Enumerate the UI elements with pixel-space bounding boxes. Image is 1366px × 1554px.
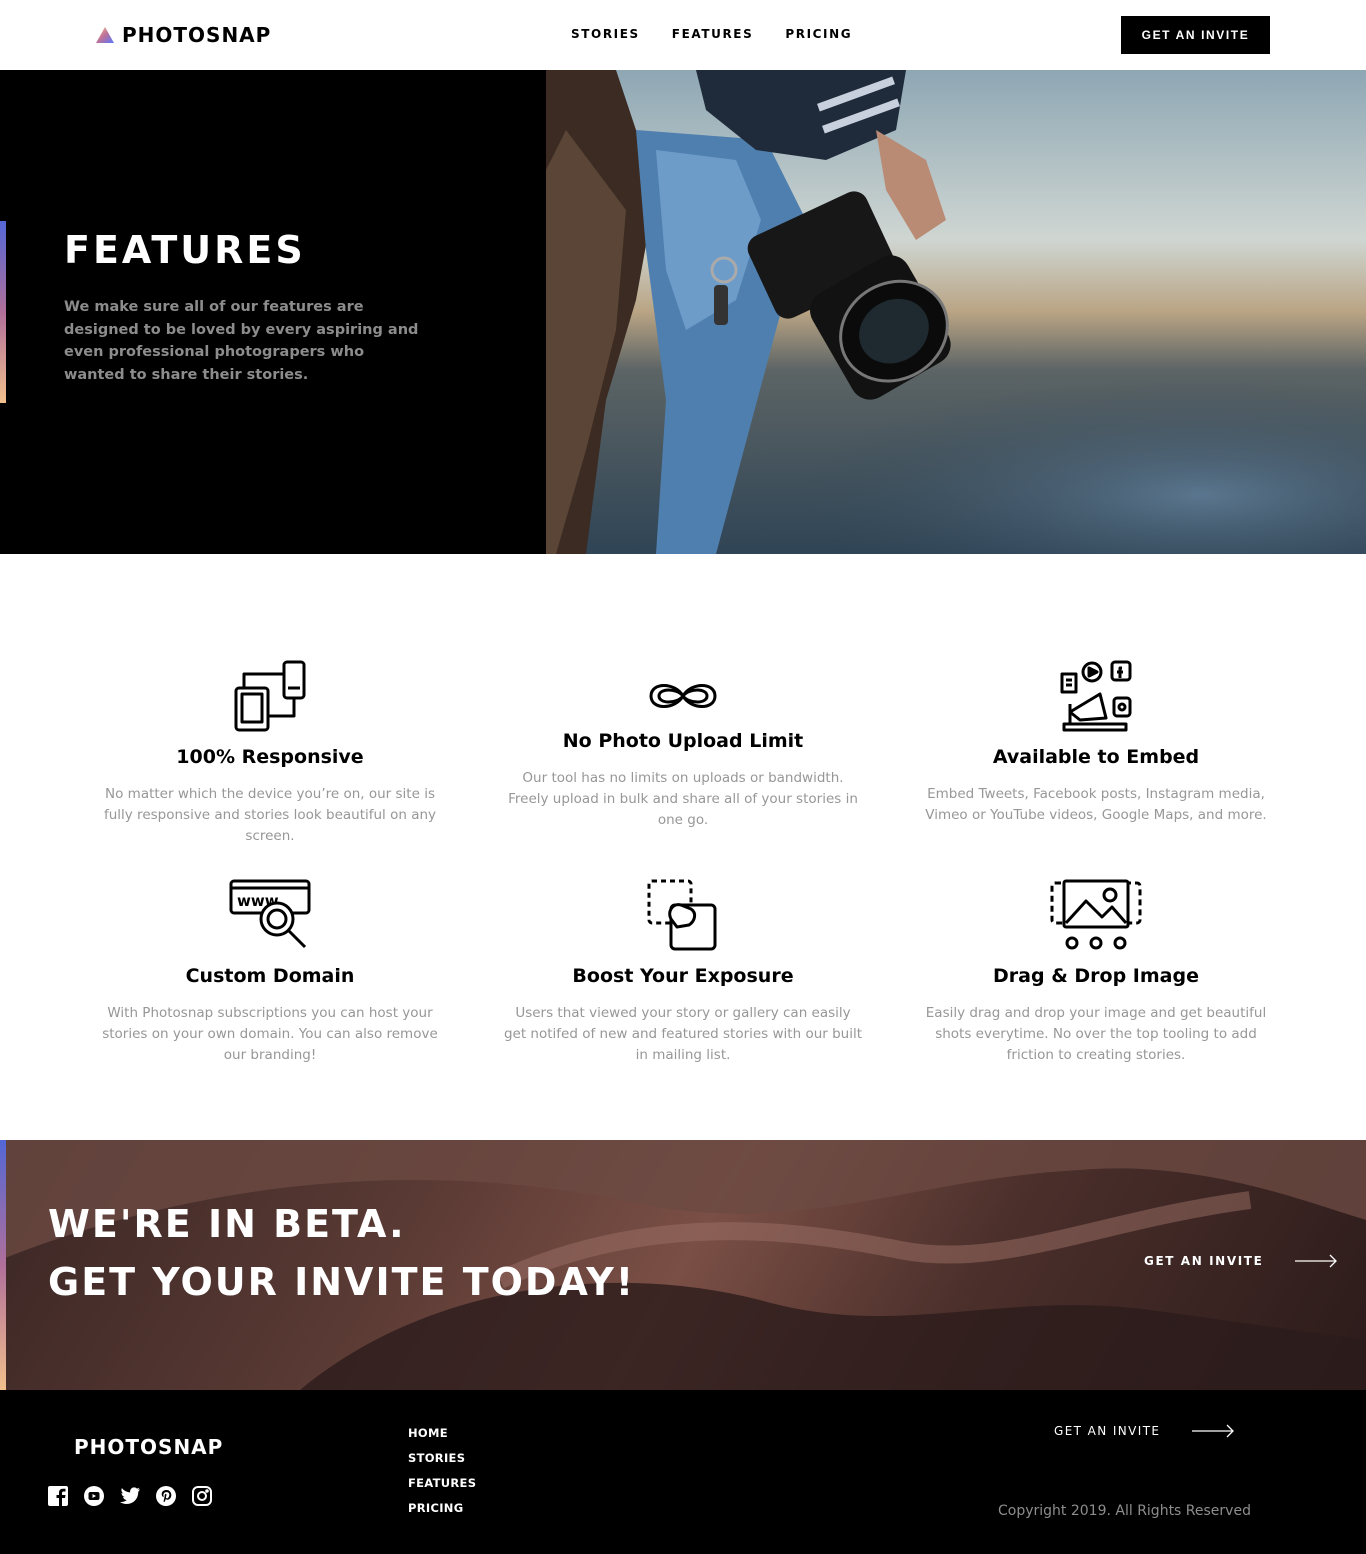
youtube-icon[interactable] [84, 1486, 104, 1506]
feature-title: Custom Domain [185, 965, 355, 987]
feature-title: Boost Your Exposure [572, 965, 794, 987]
hero-photo-illustration [546, 70, 1366, 554]
site-footer: PHOTOSNAP HOME STORIES FEATURES PRICING … [0, 1390, 1366, 1554]
feature-text: Users that viewed your story or gallery … [503, 1005, 863, 1063]
beta-invite-link[interactable]: GET AN INVITE [1144, 1254, 1338, 1268]
drag-drop-image-icon [1050, 879, 1142, 950]
hero-description: We make sure all of our features are des… [64, 299, 419, 383]
feature-card: Available to Embed Embed Tweets, Faceboo… [916, 660, 1276, 826]
infinity-icon [649, 684, 717, 708]
logo[interactable]: PHOTOSNAP [96, 22, 271, 48]
arrow-right-icon [1295, 1254, 1338, 1268]
twitter-icon[interactable] [120, 1486, 140, 1506]
footer-logo[interactable]: PHOTOSNAP [74, 1435, 223, 1459]
get-invite-button[interactable]: GET AN INVITE [1121, 16, 1270, 54]
nav-pricing[interactable]: PRICING [785, 27, 852, 41]
embed-megaphone-icon [1060, 660, 1132, 732]
footer-nav-features[interactable]: FEATURES [408, 1476, 476, 1490]
logo-text: PHOTOSNAP [122, 23, 272, 47]
beta-heading-line1: WE'RE IN BETA. [48, 1202, 406, 1246]
hero-photo-camera [546, 70, 1366, 554]
www-search-icon: www [229, 879, 311, 949]
pinterest-icon[interactable] [156, 1486, 176, 1506]
feature-title: Available to Embed [992, 746, 1200, 768]
feature-text: With Photosnap subscriptions you can hos… [102, 1005, 438, 1063]
feature-text: Easily drag and drop your image and get … [925, 1005, 1267, 1063]
feature-text: No matter which the device you’re on, ou… [103, 786, 437, 844]
beta-heading: WE'RE IN BETA. GET YOUR INVITE TODAY! [48, 1195, 635, 1311]
feature-title: Drag & Drop Image [993, 965, 1199, 987]
copyright-text: Copyright 2019. All Rights Reserved [998, 1503, 1251, 1519]
hero-accent-bar [0, 221, 6, 403]
feature-title: 100% Responsive [176, 746, 364, 768]
features-grid: 100% Responsive No matter which the devi… [0, 554, 1366, 1140]
beta-heading-line2: GET YOUR INVITE TODAY! [48, 1260, 636, 1304]
main-nav: STORIES FEATURES PRICING [571, 27, 852, 41]
feature-card: www Custom Domain With Photosnap subscri… [90, 879, 450, 1066]
footer-invite-link[interactable]: GET AN INVITE [1054, 1424, 1235, 1438]
feature-title: No Photo Upload Limit [562, 730, 804, 752]
beta-banner: WE'RE IN BETA. GET YOUR INVITE TODAY! GE… [0, 1140, 1366, 1390]
feature-text: Our tool has no limits on uploads or ban… [508, 770, 858, 828]
feature-card: Drag & Drop Image Easily drag and drop y… [916, 879, 1276, 1066]
feature-card: No Photo Upload Limit Our tool has no li… [503, 676, 863, 831]
site-header: PHOTOSNAP STORIES FEATURES PRICING GET A… [0, 0, 1366, 70]
arrow-right-icon [1192, 1424, 1235, 1438]
social-links [48, 1486, 212, 1506]
feature-card: 100% Responsive No matter which the devi… [90, 660, 450, 847]
facebook-icon[interactable] [48, 1486, 68, 1506]
hero: FEATURES We make sure all of our feature… [0, 70, 1366, 554]
beta-invite-label: GET AN INVITE [1144, 1254, 1264, 1268]
nav-features[interactable]: FEATURES [672, 27, 754, 41]
instagram-icon[interactable] [192, 1486, 212, 1506]
feature-card: Boost Your Exposure Users that viewed yo… [503, 879, 863, 1066]
page-title: FEATURES [64, 228, 306, 272]
nav-stories[interactable]: STORIES [571, 27, 640, 41]
logo-triangle-icon [96, 27, 114, 43]
footer-nav-home[interactable]: HOME [408, 1426, 476, 1440]
footer-nav-stories[interactable]: STORIES [408, 1451, 476, 1465]
boost-hand-icon [647, 879, 717, 951]
responsive-devices-icon [234, 660, 306, 732]
feature-text: Embed Tweets, Facebook posts, Instagram … [925, 786, 1267, 823]
beta-accent-bar [0, 1140, 6, 1390]
footer-nav: HOME STORIES FEATURES PRICING [408, 1426, 476, 1515]
footer-nav-pricing[interactable]: PRICING [408, 1501, 476, 1515]
footer-invite-label: GET AN INVITE [1054, 1424, 1161, 1438]
